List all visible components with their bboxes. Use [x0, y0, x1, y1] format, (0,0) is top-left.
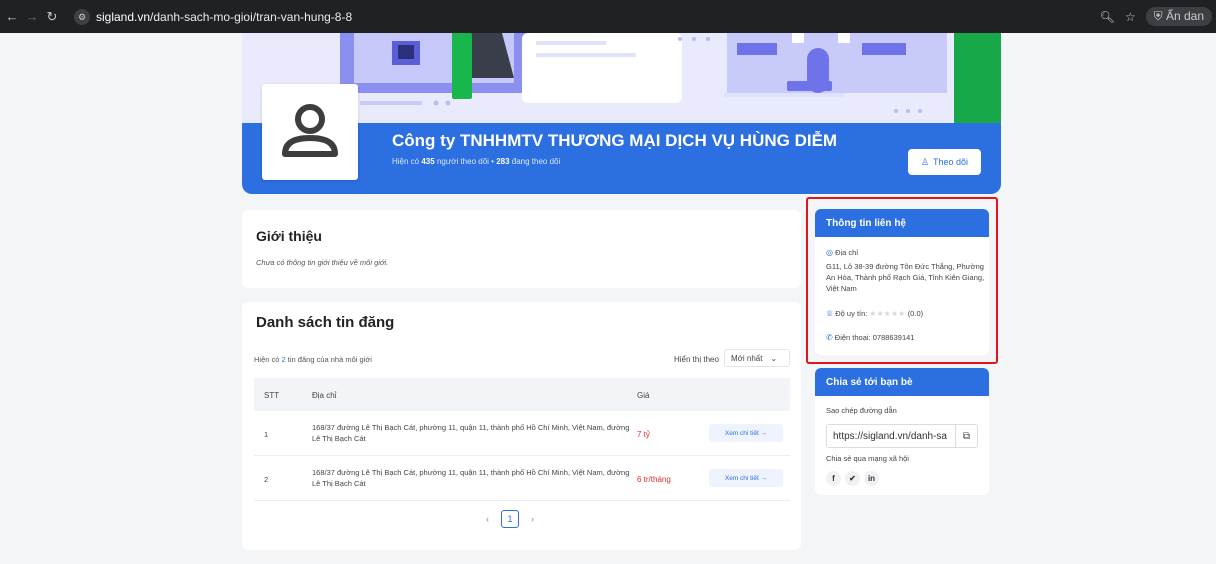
person-add-icon: ♙	[920, 156, 930, 167]
twitter-icon[interactable]: ✔	[845, 471, 860, 486]
copy-link-label: Sao chép đường dẫn	[826, 406, 897, 415]
trophy-icon: ♕	[826, 309, 834, 318]
share-link-input[interactable]: https://sigland.vn/danh-sa ⧉	[826, 424, 978, 448]
reload-icon[interactable]: ↻	[42, 9, 62, 25]
phone-icon: ✆	[826, 333, 833, 342]
view-detail-button[interactable]: Xem chi tiết →	[709, 469, 783, 487]
location-pin-icon: ◎	[826, 248, 833, 257]
url-text: sigland.vn/danh-sach-mo-gioi/tran-van-hu…	[96, 10, 353, 24]
linkedin-icon[interactable]: in	[864, 471, 879, 486]
avatar	[262, 84, 358, 180]
chevron-left-icon[interactable]: ‹	[486, 514, 489, 524]
follow-button[interactable]: ♙ Theo dõi	[908, 149, 981, 175]
intro-title: Giới thiệu	[256, 228, 322, 244]
listings-title: Danh sách tin đăng	[256, 314, 395, 331]
site-info-icon[interactable]: ⚙	[74, 9, 90, 25]
incognito-badge[interactable]: ⛨ Ẩn dan	[1145, 7, 1212, 26]
facebook-icon[interactable]: f	[826, 471, 841, 486]
browser-toolbar: ← → ↻ ⚙ sigland.vn/danh-sach-mo-gioi/tra…	[0, 0, 1216, 33]
contact-card: Thông tin liên hệ ◎ Địa chỉ G11, Lô 38-3…	[815, 209, 989, 355]
phone-number[interactable]: 0788639141	[873, 333, 915, 342]
back-icon[interactable]: ←	[2, 9, 22, 24]
contact-address: G11, Lô 38-39 đường Tôn Đức Thắng, Phườn…	[826, 262, 985, 293]
zoom-icon[interactable]: 🔍︎	[1100, 10, 1115, 24]
col-stt: STT	[264, 391, 280, 400]
bookmark-star-icon[interactable]: ☆	[1125, 10, 1136, 24]
address-bar[interactable]: ⚙ sigland.vn/danh-sach-mo-gioi/tran-van-…	[74, 7, 1104, 27]
pagination: ‹ 1 ›	[486, 510, 534, 528]
social-buttons: f ✔ in	[826, 471, 879, 486]
phone-row: ✆ Điện thoại: 0788639141	[826, 333, 915, 342]
share-card: Chia sẻ tới bạn bè Sao chép đường dẫn ht…	[815, 368, 989, 495]
table-row: 2 168/37 đường Lê Thị Bạch Cát, phường 1…	[254, 457, 790, 501]
intro-card: Giới thiệu Chưa có thông tin giới thiệu …	[242, 210, 801, 288]
intro-text: Chưa có thông tin giới thiệu về môi giới…	[256, 258, 389, 267]
sort-label: Hiển thị theo	[674, 355, 719, 364]
user-icon	[282, 104, 338, 157]
col-price: Giá	[637, 391, 650, 400]
contact-title: Thông tin liên hệ	[815, 209, 989, 237]
view-detail-button[interactable]: Xem chi tiết →	[709, 424, 783, 442]
table-row: 1 168/37 đường Lê Thị Bạch Cát, phường 1…	[254, 412, 790, 456]
page-button-current[interactable]: 1	[501, 510, 519, 528]
listings-card: Danh sách tin đăng Hiện có 2 tin đăng củ…	[242, 302, 801, 550]
address-label-row: ◎ Địa chỉ	[826, 248, 859, 257]
share-title: Chia sẻ tới bạn bè	[815, 368, 989, 396]
rating-stars: ★★★★★	[869, 309, 906, 318]
listings-count: Hiện có 2 tin đăng của nhà môi giới	[254, 355, 372, 364]
table-header: STT Địa chỉ Giá	[254, 378, 790, 411]
price: 6 tr/tháng	[637, 475, 671, 484]
copy-icon[interactable]: ⧉	[955, 425, 977, 447]
forward-icon[interactable]: →	[22, 9, 42, 24]
reputation-row: ♕ Độ uy tín: ★★★★★ (0.0)	[826, 309, 924, 318]
social-share-label: Chia sẻ qua mạng xã hội	[826, 454, 909, 463]
company-name: Công ty TNHHMTV THƯƠNG MẠI DỊCH VỤ HÙNG …	[392, 131, 838, 150]
chevron-down-icon: ⌄	[770, 353, 778, 363]
sort-select[interactable]: Mới nhất ⌄	[724, 349, 790, 367]
price: 7 tỷ	[637, 430, 650, 439]
follow-stats: Hiện có 435 người theo dõi • 283 đang th…	[392, 157, 561, 166]
chevron-right-icon[interactable]: ›	[531, 514, 534, 524]
col-address: Địa chỉ	[312, 391, 337, 400]
